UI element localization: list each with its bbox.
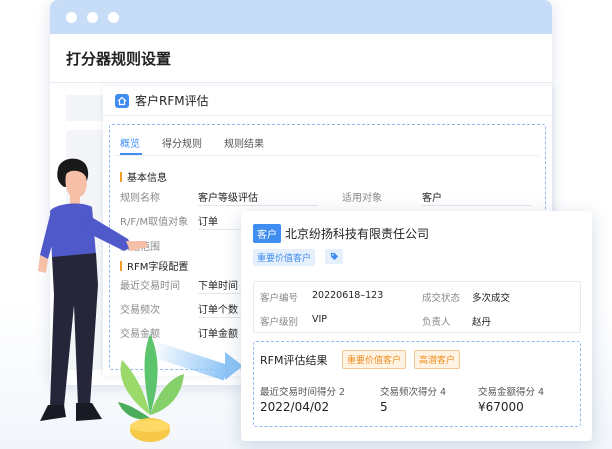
- tab-bar: 概览 得分规则 规则结果: [120, 135, 264, 150]
- window-dot: [66, 11, 77, 23]
- tab-overview[interactable]: 概览: [120, 135, 140, 150]
- rfm-result-box: RFM评估结果 重要价值客户 高潜客户 最近交易时间得分 2 2022/04/0…: [253, 341, 581, 427]
- trade-frequency-value: 订单个数: [198, 305, 238, 316]
- customer-badge: 客户: [253, 224, 281, 243]
- tag-icon[interactable]: [325, 249, 343, 264]
- customer-level-label: 客户级别: [260, 317, 299, 328]
- rfm-tag-potential: 高潜客户: [414, 350, 461, 369]
- sidebar-block: [66, 95, 104, 121]
- customer-card: 客户 北京纷扬科技有限责任公司 重要价值客户 客户编号 20220618–123…: [241, 211, 592, 441]
- deal-status-label: 成交状态: [422, 293, 461, 304]
- customer-id-value: 20220618–123: [312, 290, 384, 301]
- recent-trade-value: 下单时间: [198, 281, 238, 292]
- tab-score-rules[interactable]: 得分规则: [162, 135, 202, 150]
- rfm-result-title: RFM评估结果: [260, 354, 328, 367]
- home-icon: [115, 93, 129, 108]
- rule-name-value: 客户等级评估: [198, 193, 258, 204]
- panel-header: 客户RFM评估: [115, 92, 209, 109]
- trade-amount-value: 订单金额: [198, 329, 238, 340]
- customer-tag: 重要价值客户: [253, 249, 316, 266]
- window-dot: [108, 11, 119, 23]
- owner-label: 负责人: [422, 317, 451, 328]
- company-name[interactable]: 北京纷扬科技有限责任公司: [285, 225, 429, 242]
- rfm-tag-important: 重要价值客户: [342, 350, 407, 369]
- panel-title: 客户RFM评估: [135, 94, 209, 108]
- amount-score-value: ¥67000: [478, 400, 524, 414]
- frequency-score-label: 交易频次得分 4: [380, 387, 447, 398]
- field-underline: [422, 205, 532, 206]
- rfm-field-value: 订单: [198, 217, 218, 228]
- divider: [114, 155, 539, 156]
- customer-level-value: VIP: [312, 314, 328, 325]
- target-value: 客户: [422, 193, 442, 204]
- owner-value: 赵丹: [472, 317, 492, 328]
- recent-score-label: 最近交易时间得分 2: [260, 387, 346, 398]
- plant-illustration: [118, 334, 184, 442]
- window-titlebar: [50, 0, 552, 34]
- target-label: 适用对象: [342, 193, 382, 204]
- page-title: 打分器规则设置: [66, 50, 172, 68]
- field-underline: [198, 205, 318, 206]
- recent-score-value: 2022/04/02: [260, 400, 330, 414]
- divider: [50, 82, 552, 83]
- tab-rule-results[interactable]: 规则结果: [224, 135, 264, 150]
- frequency-score-value: 5: [380, 400, 388, 414]
- window-dot: [87, 11, 98, 23]
- divider: [103, 115, 552, 116]
- customer-info-box: 客户编号 20220618–123 成交状态 多次成交 客户级别 VIP 负责人…: [253, 281, 581, 333]
- deal-status-value: 多次成交: [472, 293, 511, 304]
- customer-id-label: 客户编号: [260, 293, 299, 304]
- amount-score-label: 交易金额得分 4: [478, 387, 545, 398]
